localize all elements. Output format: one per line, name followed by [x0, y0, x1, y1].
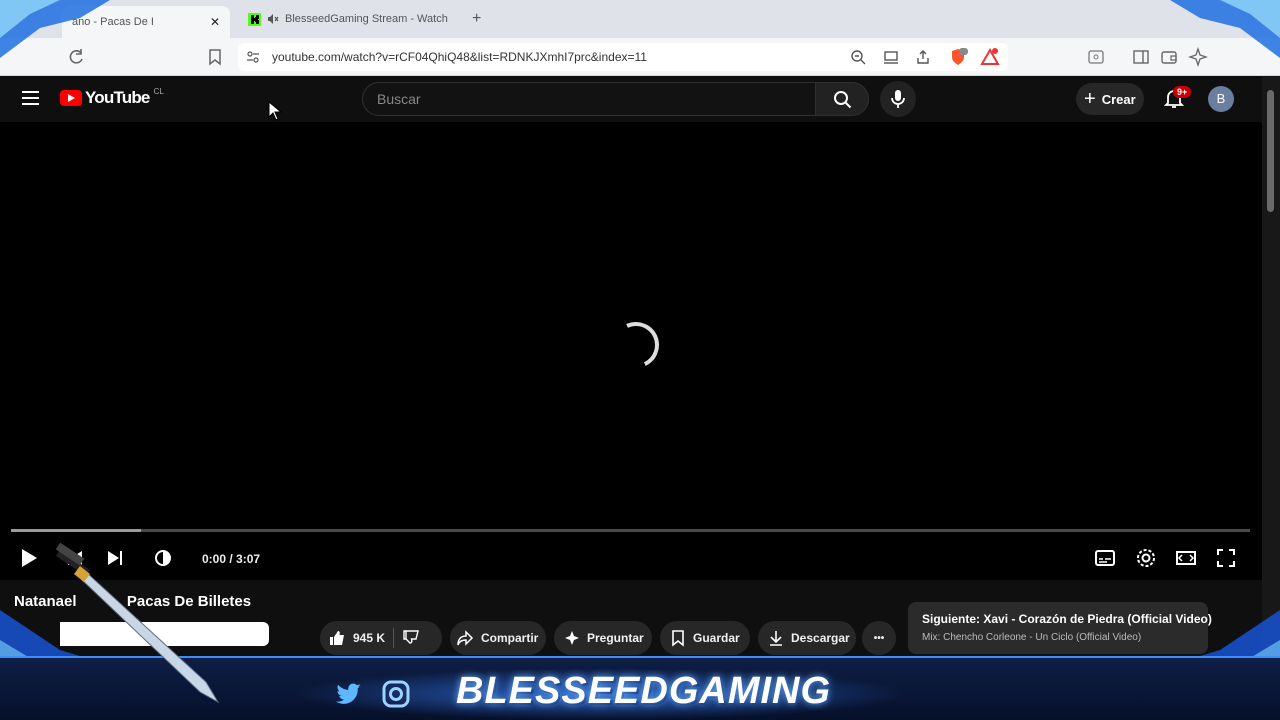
settings-gear-icon[interactable]: [1132, 544, 1160, 572]
wallet-icon[interactable]: [1159, 47, 1179, 67]
search-button[interactable]: [815, 82, 869, 116]
save-label: Guardar: [693, 631, 740, 645]
address-bar[interactable]: youtube.com/watch?v=rCF04QhiQ48&list=RDN…: [238, 43, 1008, 71]
youtube-play-logo-icon: [60, 90, 82, 106]
brave-shield-icon[interactable]: [948, 47, 968, 67]
loading-spinner-icon: [606, 315, 666, 375]
save-button[interactable]: Guardar: [660, 621, 750, 655]
mouse-cursor-icon: [268, 101, 282, 121]
muted-speaker-icon[interactable]: [267, 13, 279, 25]
page-scrollbar[interactable]: [1262, 76, 1280, 720]
leo-ai-icon[interactable]: [1188, 47, 1208, 67]
cast-icon[interactable]: [883, 49, 899, 65]
youtube-wordmark: YouTube: [85, 88, 150, 107]
dislike-thumb-icon[interactable]: [402, 629, 420, 647]
screen: ano - Pacas De I ✕ BlesseedGaming Stream…: [0, 0, 1280, 720]
youtube-masthead: YouTube CL + Crear 9+ B: [0, 76, 1262, 122]
avatar[interactable]: B: [1208, 86, 1234, 112]
new-tab-button[interactable]: +: [472, 10, 481, 28]
url-text[interactable]: youtube.com/watch?v=rCF04QhiQ48&list=RDN…: [272, 50, 647, 64]
share-button[interactable]: Compartir: [450, 621, 546, 655]
up-next-card[interactable]: Siguiente: Xavi - Corazón de Piedra (Off…: [908, 602, 1212, 654]
country-code: CL: [153, 86, 164, 96]
tab-close-icon[interactable]: ✕: [210, 15, 220, 29]
progress-bar[interactable]: [11, 529, 1250, 532]
subtitles-icon[interactable]: [1091, 544, 1119, 572]
share-label: Compartir: [481, 631, 539, 645]
tab-stream-label: BlesseedGaming Stream - Watch: [285, 13, 448, 25]
download-icon: [770, 631, 782, 646]
brand-logo-text: BLESSEEDGAMING: [456, 670, 832, 712]
voice-search-button[interactable]: [880, 81, 916, 117]
notifications-badge: 9+: [1173, 86, 1192, 98]
create-button[interactable]: + Crear: [1076, 83, 1144, 115]
video-player[interactable]: 0:00 / 3:07: [0, 122, 1262, 580]
ask-button[interactable]: Preguntar: [554, 621, 652, 655]
up-next-title: Siguiente: Xavi - Corazón de Piedra (Off…: [922, 612, 1212, 626]
kick-favicon-icon: [248, 12, 261, 26]
browser-tab-bar: ano - Pacas De I ✕ BlesseedGaming Stream…: [0, 0, 1280, 38]
guide-menu-icon[interactable]: [22, 91, 39, 105]
reading-list-icon[interactable]: [1086, 47, 1106, 67]
scrollbar-thumb[interactable]: [1267, 90, 1274, 212]
create-label: Crear: [1101, 91, 1136, 107]
brave-rewards-icon[interactable]: [980, 47, 1000, 67]
like-dislike-button[interactable]: 945 K: [320, 621, 442, 655]
like-divider: [393, 628, 395, 648]
like-thumb-icon[interactable]: [328, 629, 346, 647]
browser-toolbar: youtube.com/watch?v=rCF04QhiQ48&list=RDN…: [0, 38, 1280, 76]
youtube-logo[interactable]: YouTube CL: [60, 86, 164, 108]
search-input[interactable]: [363, 83, 815, 115]
reload-icon[interactable]: [66, 47, 86, 67]
plus-icon: +: [1084, 87, 1096, 110]
zoom-icon[interactable]: [850, 49, 866, 65]
tab-stream[interactable]: BlesseedGaming Stream - Watch: [238, 6, 463, 32]
share-arrow-icon: [457, 630, 474, 646]
sidebar-icon[interactable]: [1131, 47, 1151, 67]
search-box[interactable]: [362, 82, 816, 116]
search-icon: [834, 91, 852, 109]
theater-mode-icon[interactable]: [1172, 544, 1200, 572]
fullscreen-icon[interactable]: [1212, 544, 1240, 572]
tab-youtube[interactable]: ano - Pacas De I ✕: [62, 6, 230, 38]
instagram-icon: [382, 680, 410, 708]
tab-youtube-label: ano - Pacas De I: [72, 16, 154, 28]
up-next-subtitle: Mix: Chencho Corleone - Un Ciclo (Offici…: [922, 632, 1142, 643]
sparkle-icon: [565, 631, 579, 645]
ask-label: Preguntar: [587, 631, 644, 645]
download-button[interactable]: Descargar: [758, 621, 856, 655]
microphone-icon: [891, 90, 905, 108]
katana-overlay-icon: [55, 542, 220, 704]
site-settings-icon[interactable]: [246, 50, 260, 64]
buffered-bar: [11, 529, 142, 532]
play-icon[interactable]: [14, 544, 42, 572]
twitter-icon: [336, 683, 361, 704]
download-label: Descargar: [791, 631, 850, 645]
save-bookmark-icon: [672, 630, 684, 647]
like-count: 945 K: [353, 631, 386, 645]
more-actions-button[interactable]: •••: [862, 621, 896, 655]
share-page-icon[interactable]: [915, 49, 931, 65]
bookmark-icon[interactable]: [205, 47, 225, 67]
